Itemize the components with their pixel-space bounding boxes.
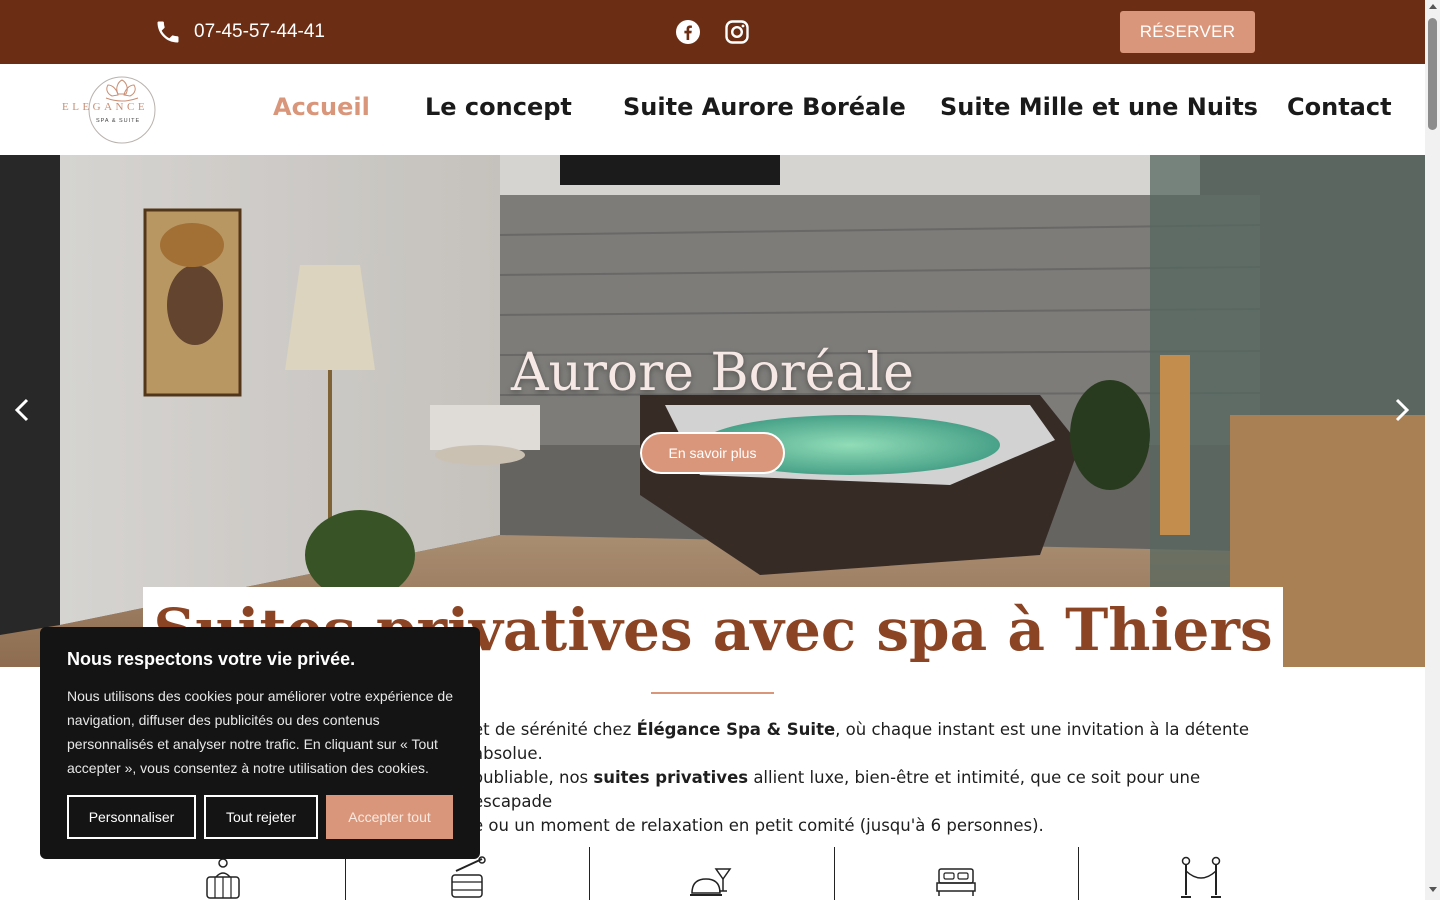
cookie-customize-button[interactable]: Personnaliser [67, 795, 196, 839]
intro-text: oubliable, nos [473, 768, 594, 787]
cookie-accept-button[interactable]: Accepter tout [326, 795, 453, 839]
phone-icon [157, 21, 179, 43]
slider-prev-arrow-icon[interactable] [12, 395, 32, 425]
feature-separator [1078, 847, 1079, 900]
intro-brand: Élégance Spa & Suite [636, 720, 836, 739]
vip-rope-icon [1181, 856, 1221, 898]
feature-separator [834, 847, 835, 900]
nav-item-le-concept[interactable]: Le concept [425, 93, 572, 121]
sauna-bucket-icon [451, 856, 486, 898]
phone-link[interactable]: 07-45-57-44-41 [154, 18, 325, 46]
svg-text:SPA & SUITE: SPA & SUITE [96, 118, 140, 124]
slider-next-arrow-icon[interactable] [1392, 395, 1412, 425]
main-navigation: ELEGANCE SPA & SUITE Accueil Le concept … [0, 64, 1425, 155]
intro-text: et de sérénité chez [473, 720, 637, 739]
scroll-down-arrow-icon[interactable] [1429, 887, 1437, 892]
nav-item-accueil[interactable]: Accueil [273, 93, 370, 121]
cocktail-cloche-icon [690, 868, 732, 896]
facebook-icon[interactable] [675, 19, 701, 45]
cookie-consent-banner: Nous respectons votre vie privée. Nous u… [40, 627, 480, 859]
feature-separator [589, 847, 590, 900]
reserve-button[interactable]: RÉSERVER [1120, 11, 1255, 53]
elegance-logo[interactable]: ELEGANCE SPA & SUITE [60, 72, 175, 147]
nav-item-suite-mille-et-une-nuits[interactable]: Suite Mille et une Nuits [940, 93, 1258, 121]
hero-learn-more-button[interactable]: En savoir plus [640, 432, 785, 474]
top-bar: 07-45-57-44-41 RÉSERVER [0, 0, 1425, 64]
heading-divider [651, 692, 774, 694]
cookie-text: Nous utilisons des cookies pour améliore… [67, 688, 453, 776]
bed-icon [936, 868, 976, 896]
intro-text: e ou un moment de relaxation en petit co… [473, 816, 1044, 835]
hot-tub-icon [206, 858, 240, 899]
instagram-icon[interactable] [724, 19, 750, 45]
cookie-title: Nous respectons votre vie privée. [67, 649, 356, 669]
nav-item-contact[interactable]: Contact [1287, 93, 1392, 121]
intro-highlight: suites privatives [593, 768, 749, 787]
page-scrollbar[interactable] [1425, 0, 1440, 900]
scroll-up-arrow-icon[interactable] [1429, 4, 1437, 9]
cookie-reject-button[interactable]: Tout rejeter [204, 795, 318, 839]
svg-text:ELEGANCE: ELEGANCE [62, 101, 148, 113]
scrollbar-thumb[interactable] [1428, 18, 1437, 130]
nav-item-suite-aurore-boreale[interactable]: Suite Aurore Boréale [623, 93, 906, 121]
phone-number: 07-45-57-44-41 [194, 21, 325, 42]
hero-title: Aurore Boréale [511, 343, 914, 403]
